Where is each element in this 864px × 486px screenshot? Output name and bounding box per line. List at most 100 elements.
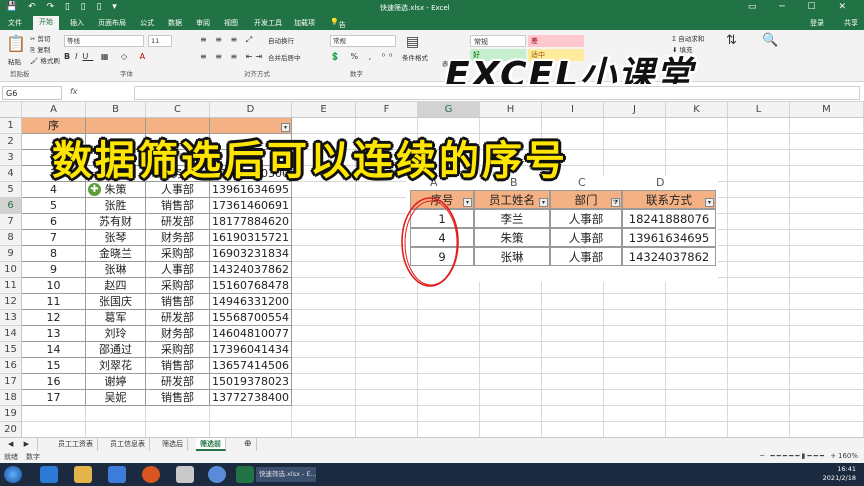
grid-cell[interactable] (790, 230, 864, 246)
app-icon[interactable] (176, 466, 194, 483)
filter-dropdown-icon[interactable]: ⧩ (611, 198, 620, 207)
grid-cell[interactable] (418, 374, 480, 390)
paste-button[interactable]: 粘贴 (8, 56, 21, 66)
tab-insert[interactable]: 插入 (70, 18, 84, 28)
grid-cell[interactable]: 财务部 (146, 326, 210, 342)
grid-cell[interactable]: 16 (22, 374, 86, 390)
grid-cell[interactable] (292, 182, 356, 198)
row-header[interactable]: 11 (0, 278, 22, 294)
grid-cell[interactable] (292, 374, 356, 390)
formula-input[interactable] (134, 86, 860, 100)
grid-cell[interactable]: 金晓兰 (86, 246, 146, 262)
grid-cell[interactable] (542, 294, 604, 310)
grid-cell[interactable] (292, 326, 356, 342)
grid-cell[interactable] (292, 294, 356, 310)
browser-icon[interactable] (142, 466, 160, 483)
row-header[interactable]: 15 (0, 342, 22, 358)
grid-cell[interactable] (292, 358, 356, 374)
grid-cell[interactable] (666, 342, 728, 358)
font-size-select[interactable]: 11 (148, 35, 172, 47)
tab-home[interactable]: 开始 (33, 16, 59, 30)
grid-cell[interactable]: 15 (22, 358, 86, 374)
grid-cell[interactable] (728, 342, 790, 358)
grid-cell[interactable]: 7 (22, 230, 86, 246)
grid-cell[interactable] (666, 390, 728, 406)
grid-cell[interactable] (480, 294, 542, 310)
grid-cell[interactable]: 18177884620 (210, 214, 292, 230)
grid-cell[interactable] (728, 246, 790, 262)
grid-cell[interactable] (666, 406, 728, 422)
column-header-g[interactable]: G (418, 102, 480, 118)
grid-cell[interactable]: 人事部 (146, 262, 210, 278)
grid-cell[interactable] (790, 294, 864, 310)
grid-cell[interactable] (146, 406, 210, 422)
grid-cell[interactable]: 17 (22, 390, 86, 406)
row-header[interactable]: 9 (0, 246, 22, 262)
grid-cell[interactable]: 13 (22, 326, 86, 342)
row-header[interactable]: 16 (0, 358, 22, 374)
grid-cell[interactable] (418, 294, 480, 310)
grid-cell[interactable] (728, 310, 790, 326)
grid-cell[interactable] (480, 406, 542, 422)
grid-cell[interactable]: 4 (22, 182, 86, 198)
grid-cell[interactable] (292, 278, 356, 294)
media-icon[interactable] (108, 466, 126, 483)
grid-cell[interactable] (480, 358, 542, 374)
grid-cell[interactable] (666, 326, 728, 342)
grid-cell[interactable]: 刘翠花 (86, 358, 146, 374)
grid-cell[interactable] (292, 246, 356, 262)
grid-cell[interactable]: 9 (22, 262, 86, 278)
column-header-f[interactable]: F (356, 102, 418, 118)
grid-cell[interactable] (604, 390, 666, 406)
number-format-buttons[interactable]: 💲 % , ⁰⁰ (330, 52, 396, 61)
grid-cell[interactable]: 14604810077 (210, 326, 292, 342)
tab-file[interactable]: 文件 (8, 18, 22, 28)
grid-cell[interactable] (728, 294, 790, 310)
grid-cell[interactable]: 12 (22, 310, 86, 326)
sheet-tab-before[interactable]: 筛选前 (196, 438, 226, 451)
format-painter-button[interactable]: 🖌 格式刷 (30, 55, 60, 65)
grid-cell[interactable] (728, 406, 790, 422)
grid-cell[interactable]: 销售部 (146, 294, 210, 310)
grid-cell[interactable] (542, 422, 604, 438)
row-header[interactable]: 1 (0, 118, 22, 134)
excel-taskbar-item[interactable]: 快速筛选.xlsx - E... (256, 467, 316, 482)
chat-icon[interactable] (208, 466, 226, 483)
grid-cell[interactable] (790, 406, 864, 422)
grid-cell[interactable] (604, 342, 666, 358)
row-header[interactable]: 8 (0, 230, 22, 246)
grid-cell[interactable]: 15568700554 (210, 310, 292, 326)
column-header-j[interactable]: J (604, 102, 666, 118)
grid-cell[interactable]: 邵通过 (86, 342, 146, 358)
start-icon[interactable] (4, 466, 22, 483)
grid-cell[interactable]: 17396041434 (210, 342, 292, 358)
grid-cell[interactable] (790, 374, 864, 390)
grid-cell[interactable] (356, 294, 418, 310)
grid-cell[interactable]: 16903231834 (210, 246, 292, 262)
grid-cell[interactable] (790, 214, 864, 230)
grid-cell[interactable]: 赵四 (86, 278, 146, 294)
grid-cell[interactable]: 15019378023 (210, 374, 292, 390)
grid-cell[interactable] (790, 278, 864, 294)
grid-cell[interactable] (728, 214, 790, 230)
fx-icon[interactable]: fx (70, 87, 78, 96)
grid-cell[interactable]: 刘玲 (86, 326, 146, 342)
tab-view[interactable]: 视图 (224, 18, 238, 28)
grid-cell[interactable] (728, 326, 790, 342)
grid-cell[interactable] (790, 342, 864, 358)
grid-cell[interactable]: 16190315721 (210, 230, 292, 246)
filter-dropdown-icon[interactable]: ▾ (705, 198, 714, 207)
filter-dropdown-icon[interactable]: ▾ (539, 198, 548, 207)
excel-icon[interactable] (236, 466, 254, 483)
grid-cell[interactable] (790, 166, 864, 182)
row-header[interactable]: 7 (0, 214, 22, 230)
column-header-i[interactable]: I (542, 102, 604, 118)
grid-cell[interactable] (790, 390, 864, 406)
grid-cell[interactable] (418, 406, 480, 422)
grid-cell[interactable] (728, 230, 790, 246)
grid-cell[interactable] (790, 262, 864, 278)
grid-cell[interactable] (356, 358, 418, 374)
grid-cell[interactable]: 13961634695 (210, 182, 292, 198)
cut-button[interactable]: ✂ 剪切 (30, 33, 51, 43)
grid-cell[interactable] (356, 390, 418, 406)
